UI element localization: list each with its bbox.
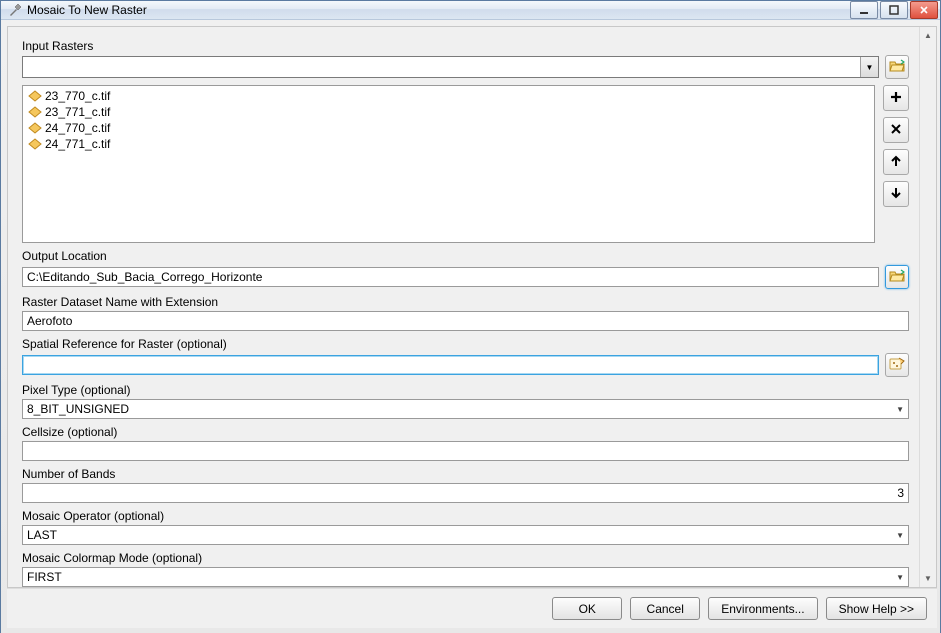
spatial-ref-label: Spatial Reference for Raster (optional) (22, 337, 909, 351)
input-rasters-label: Input Rasters (22, 39, 909, 53)
list-item[interactable]: 24_770_c.tif (23, 120, 874, 136)
browse-output-button[interactable] (885, 265, 909, 289)
form-area: Input Rasters ▼ (8, 27, 919, 587)
spatial-ref-props-button[interactable] (885, 353, 909, 377)
chevron-down-icon[interactable]: ▼ (896, 531, 904, 540)
minimize-button[interactable] (850, 1, 878, 19)
list-buttons (883, 85, 909, 243)
ok-button[interactable]: OK (552, 597, 622, 620)
show-help-button[interactable]: Show Help >> (826, 597, 927, 620)
spatial-ref-input[interactable] (22, 355, 879, 375)
list-item-label: 24_770_c.tif (45, 121, 110, 135)
list-item[interactable]: 23_771_c.tif (23, 104, 874, 120)
titlebar[interactable]: Mosaic To New Raster (1, 1, 940, 20)
input-rasters-list[interactable]: 23_770_c.tif 23_771_c.tif 24_770_c.tif (22, 85, 875, 243)
tool-window: Mosaic To New Raster Input Rasters ▼ (0, 0, 941, 633)
help-label: Show Help >> (839, 602, 914, 616)
raster-icon (27, 137, 43, 151)
close-button[interactable] (910, 1, 938, 19)
colormap-mode-select[interactable]: FIRST ▼ (22, 567, 909, 587)
window-title: Mosaic To New Raster (27, 3, 850, 17)
raster-icon (27, 121, 43, 135)
arrow-down-icon (889, 186, 903, 203)
bands-label: Number of Bands (22, 467, 909, 481)
pixel-type-select[interactable]: 8_BIT_UNSIGNED ▼ (22, 399, 909, 419)
output-location-input[interactable]: C:\Editando_Sub_Bacia_Corrego_Horizonte (22, 267, 879, 287)
move-down-button[interactable] (883, 181, 909, 207)
add-button[interactable] (883, 85, 909, 111)
mosaic-op-label: Mosaic Operator (optional) (22, 509, 909, 523)
list-item[interactable]: 23_770_c.tif (23, 88, 874, 104)
chevron-down-icon[interactable]: ▼ (860, 57, 878, 77)
colormap-mode-label: Mosaic Colormap Mode (optional) (22, 551, 909, 565)
maximize-button[interactable] (880, 1, 908, 19)
chevron-down-icon[interactable]: ▼ (896, 573, 904, 582)
list-item-label: 23_771_c.tif (45, 105, 110, 119)
x-icon (889, 122, 903, 139)
scroll-down-icon[interactable]: ▼ (920, 570, 936, 587)
list-item[interactable]: 24_771_c.tif (23, 136, 874, 152)
arrow-up-icon (889, 154, 903, 171)
environments-button[interactable]: Environments... (708, 597, 817, 620)
list-item-label: 24_771_c.tif (45, 137, 110, 151)
env-label: Environments... (721, 602, 804, 616)
browse-input-button[interactable] (885, 55, 909, 79)
window-controls (850, 1, 938, 19)
cancel-label: Cancel (647, 602, 684, 616)
raster-icon (27, 105, 43, 119)
list-item-label: 23_770_c.tif (45, 89, 110, 103)
dataset-name-input[interactable]: Aerofoto (22, 311, 909, 331)
chevron-down-icon[interactable]: ▼ (896, 405, 904, 414)
remove-button[interactable] (883, 117, 909, 143)
cellsize-input[interactable] (22, 441, 909, 461)
dataset-name-value: Aerofoto (27, 314, 72, 328)
input-rasters-combo[interactable]: ▼ (22, 56, 879, 78)
plus-icon (889, 90, 903, 107)
scroll-up-icon[interactable]: ▲ (920, 27, 936, 44)
pixel-type-value: 8_BIT_UNSIGNED (27, 402, 129, 416)
bands-input[interactable]: 3 (22, 483, 909, 503)
pixel-type-label: Pixel Type (optional) (22, 383, 909, 397)
dialog-footer: OK Cancel Environments... Show Help >> (7, 588, 937, 628)
move-up-button[interactable] (883, 149, 909, 175)
cancel-button[interactable]: Cancel (630, 597, 700, 620)
folder-open-icon (889, 269, 905, 286)
hammer-icon (7, 2, 23, 18)
output-location-label: Output Location (22, 249, 909, 263)
raster-icon (27, 89, 43, 103)
content-frame: Input Rasters ▼ (7, 26, 937, 588)
vertical-scrollbar[interactable]: ▲ ▼ (919, 27, 936, 587)
output-location-value: C:\Editando_Sub_Bacia_Corrego_Horizonte (27, 270, 262, 284)
cellsize-label: Cellsize (optional) (22, 425, 909, 439)
properties-icon (889, 357, 905, 374)
dataset-name-label: Raster Dataset Name with Extension (22, 295, 909, 309)
folder-open-icon (889, 59, 905, 76)
colormap-mode-value: FIRST (27, 570, 62, 584)
bands-value: 3 (897, 486, 904, 500)
mosaic-op-value: LAST (27, 528, 57, 542)
mosaic-op-select[interactable]: LAST ▼ (22, 525, 909, 545)
content-outer: Input Rasters ▼ (1, 20, 940, 633)
ok-label: OK (579, 602, 596, 616)
